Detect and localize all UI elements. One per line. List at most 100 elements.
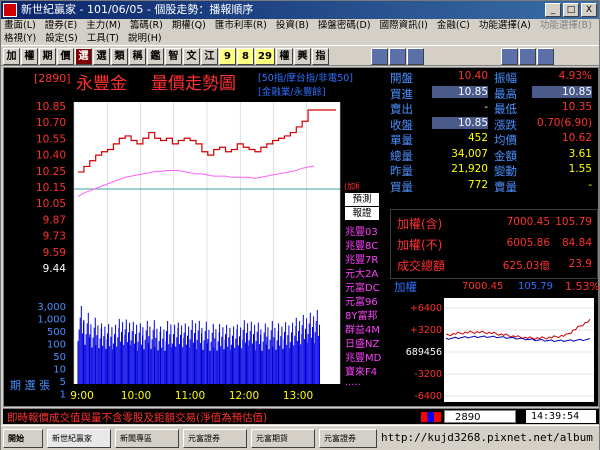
broker-item[interactable]: 日盛NZ <box>345 335 379 350</box>
menu-bar-secondary: 格視(Y) 設定(S) 工具(T) 說明(H) <box>1 32 599 45</box>
toolbar-button[interactable]: 鑑 <box>147 48 164 65</box>
quote-label: 買量 <box>390 179 413 194</box>
menu-item[interactable]: 格視(Y) <box>1 32 39 45</box>
price-tick-label: 9.44 <box>43 263 67 275</box>
toolbar-button[interactable]: 29 <box>255 48 275 65</box>
quote-label: 最高 <box>494 86 517 101</box>
toolbar-button[interactable]: 權 <box>21 48 38 65</box>
menu-item[interactable]: 主力(M) <box>83 19 124 32</box>
close-button[interactable]: X <box>581 3 597 17</box>
menu-item[interactable]: 國際資訊(I) <box>377 19 431 32</box>
broker-item[interactable]: 兆豐8C <box>345 237 378 252</box>
menu-item[interactable]: 證券(E) <box>42 19 80 32</box>
price-tick-label: 10.15 <box>36 182 66 194</box>
broker-item[interactable]: 元富DC <box>345 279 380 294</box>
toolbar-button[interactable]: 選 <box>75 48 92 65</box>
toolbar-button[interactable]: 文 <box>183 48 200 65</box>
price-tick-label: 10.55 <box>36 133 66 145</box>
volume-tick-label: 100 <box>47 340 66 351</box>
mini-tick-label: 689456 <box>406 347 442 358</box>
clock: 14:39:54 <box>526 410 596 423</box>
toolbar-button[interactable]: 類 <box>111 48 128 65</box>
price-tick-label: 9.73 <box>43 231 66 243</box>
toolbar-button[interactable]: 加 <box>3 48 20 65</box>
quote-label: 漲跌 <box>494 117 517 132</box>
minimize-button[interactable]: _ <box>545 3 561 17</box>
quote-label: 收盤 <box>390 117 413 132</box>
quote-value: 10.40 <box>457 70 488 82</box>
toolbar-button[interactable]: 9 <box>219 48 236 65</box>
volume-tick-label: 5 <box>60 377 66 388</box>
broker-item[interactable]: 8Y富邦 <box>345 307 377 322</box>
quote-value: 34,007 <box>451 147 488 160</box>
quote-label: 賣量 <box>494 179 517 194</box>
toolbar-button[interactable]: 8 <box>237 48 254 65</box>
page-icon[interactable] <box>519 48 536 65</box>
menu-bar: 畫面(L) 證券(E) 主力(M) 籌碼(R) 期權(Q) 匯市利率(R) 投資… <box>1 19 599 32</box>
broker-item[interactable]: 元大2A <box>345 265 378 280</box>
index-label: 成交總額 <box>397 259 446 273</box>
toolbar-button[interactable]: 權 <box>276 48 293 65</box>
menu-item[interactable]: 金融(C) <box>434 19 473 32</box>
window-title: 新世紀贏家 - 101/06/05 - 個股走勢：播報順序 <box>21 3 254 16</box>
menu-item[interactable]: 說明(H) <box>125 32 165 45</box>
unit-label: (加權) <box>344 181 359 191</box>
index-change: 105.79 <box>555 216 592 228</box>
price-tick-label: 10.85 <box>36 101 66 113</box>
quote-value: 1.55 <box>568 163 592 175</box>
volume-tick-label: 1,000 <box>37 315 66 326</box>
menu-item[interactable]: 投資(B) <box>273 19 312 32</box>
toolbar-button[interactable]: 智 <box>165 48 182 65</box>
menu-item[interactable]: 畫面(L) <box>1 19 39 32</box>
broker-item[interactable]: 兆豐7R <box>345 251 378 266</box>
color-indicator <box>421 412 441 422</box>
taskbar-item[interactable]: 元富期貨 <box>251 429 315 448</box>
toolbar-button[interactable]: 興 <box>294 48 311 65</box>
menu-item[interactable]: 設定(S) <box>42 32 80 45</box>
toolbar-button[interactable]: 期 <box>39 48 56 65</box>
page-icon[interactable] <box>407 48 424 65</box>
mini-chart-pct: 1.53% <box>565 280 600 293</box>
start-button[interactable]: 開始 <box>3 429 43 448</box>
tab-forecast[interactable]: 預測 <box>345 193 379 206</box>
taskbar-item[interactable]: 新世紀贏家 <box>47 429 111 448</box>
price-tick-label: 10.40 <box>36 150 66 162</box>
toolbar-button[interactable]: 選 <box>93 48 110 65</box>
menu-item[interactable]: 工具(T) <box>84 32 122 45</box>
index-value: 7000.45 <box>506 216 550 228</box>
menu-item[interactable]: 籌碼(R) <box>127 19 166 32</box>
taskbar-item[interactable]: 元富證券 <box>183 429 247 448</box>
stock-code-input[interactable]: 2890 <box>444 410 516 423</box>
quote-label: 金額 <box>494 148 517 163</box>
time-tick-label: 11:00 <box>175 390 205 402</box>
menu-item-disabled: 功能選擇(B) <box>539 20 592 31</box>
quote-label: 單量 <box>390 133 413 147</box>
broker-item[interactable]: 兆豐MD <box>345 349 381 364</box>
tab-securities[interactable]: 報證 <box>345 207 379 220</box>
broker-item[interactable]: 寶來F4 <box>345 363 377 378</box>
broker-item[interactable]: 兆豐03 <box>345 223 378 238</box>
quote-value: 10.85 <box>532 85 592 98</box>
broker-item[interactable]: 元富96 <box>345 293 378 308</box>
toolbar-button[interactable]: 稱 <box>129 48 146 65</box>
menu-item[interactable]: 操盤密碼(D) <box>315 19 374 32</box>
broker-item[interactable]: 群益4M <box>345 321 380 336</box>
taskbar-item[interactable]: 新聞專區 <box>115 429 179 448</box>
maximize-button[interactable]: □ <box>563 3 579 17</box>
page-icon[interactable] <box>389 48 406 65</box>
toolbar-button[interactable]: 指 <box>312 48 329 65</box>
app-window: 新世紀贏家 - 101/06/05 - 個股走勢：播報順序 _ □ X 畫面(L… <box>0 0 600 450</box>
toolbar-button[interactable]: 價 <box>57 48 74 65</box>
page-icon[interactable] <box>371 48 388 65</box>
taskbar-item[interactable]: 元富證券 <box>319 429 377 448</box>
menu-item[interactable]: 期權(Q) <box>169 19 209 32</box>
broker-item[interactable]: ..... <box>345 377 361 388</box>
quote-value: - <box>588 178 592 191</box>
menu-item[interactable]: 匯市利率(R) <box>212 19 270 32</box>
quote-value: 772 <box>467 178 488 191</box>
toolbar-button[interactable]: 江 <box>201 48 218 65</box>
page-icon[interactable] <box>537 48 554 65</box>
menu-item[interactable]: 功能選擇(A) <box>476 19 534 32</box>
title-bar[interactable]: 新世紀贏家 - 101/06/05 - 個股走勢：播報順序 _ □ X <box>1 1 599 19</box>
page-icon[interactable] <box>501 48 518 65</box>
